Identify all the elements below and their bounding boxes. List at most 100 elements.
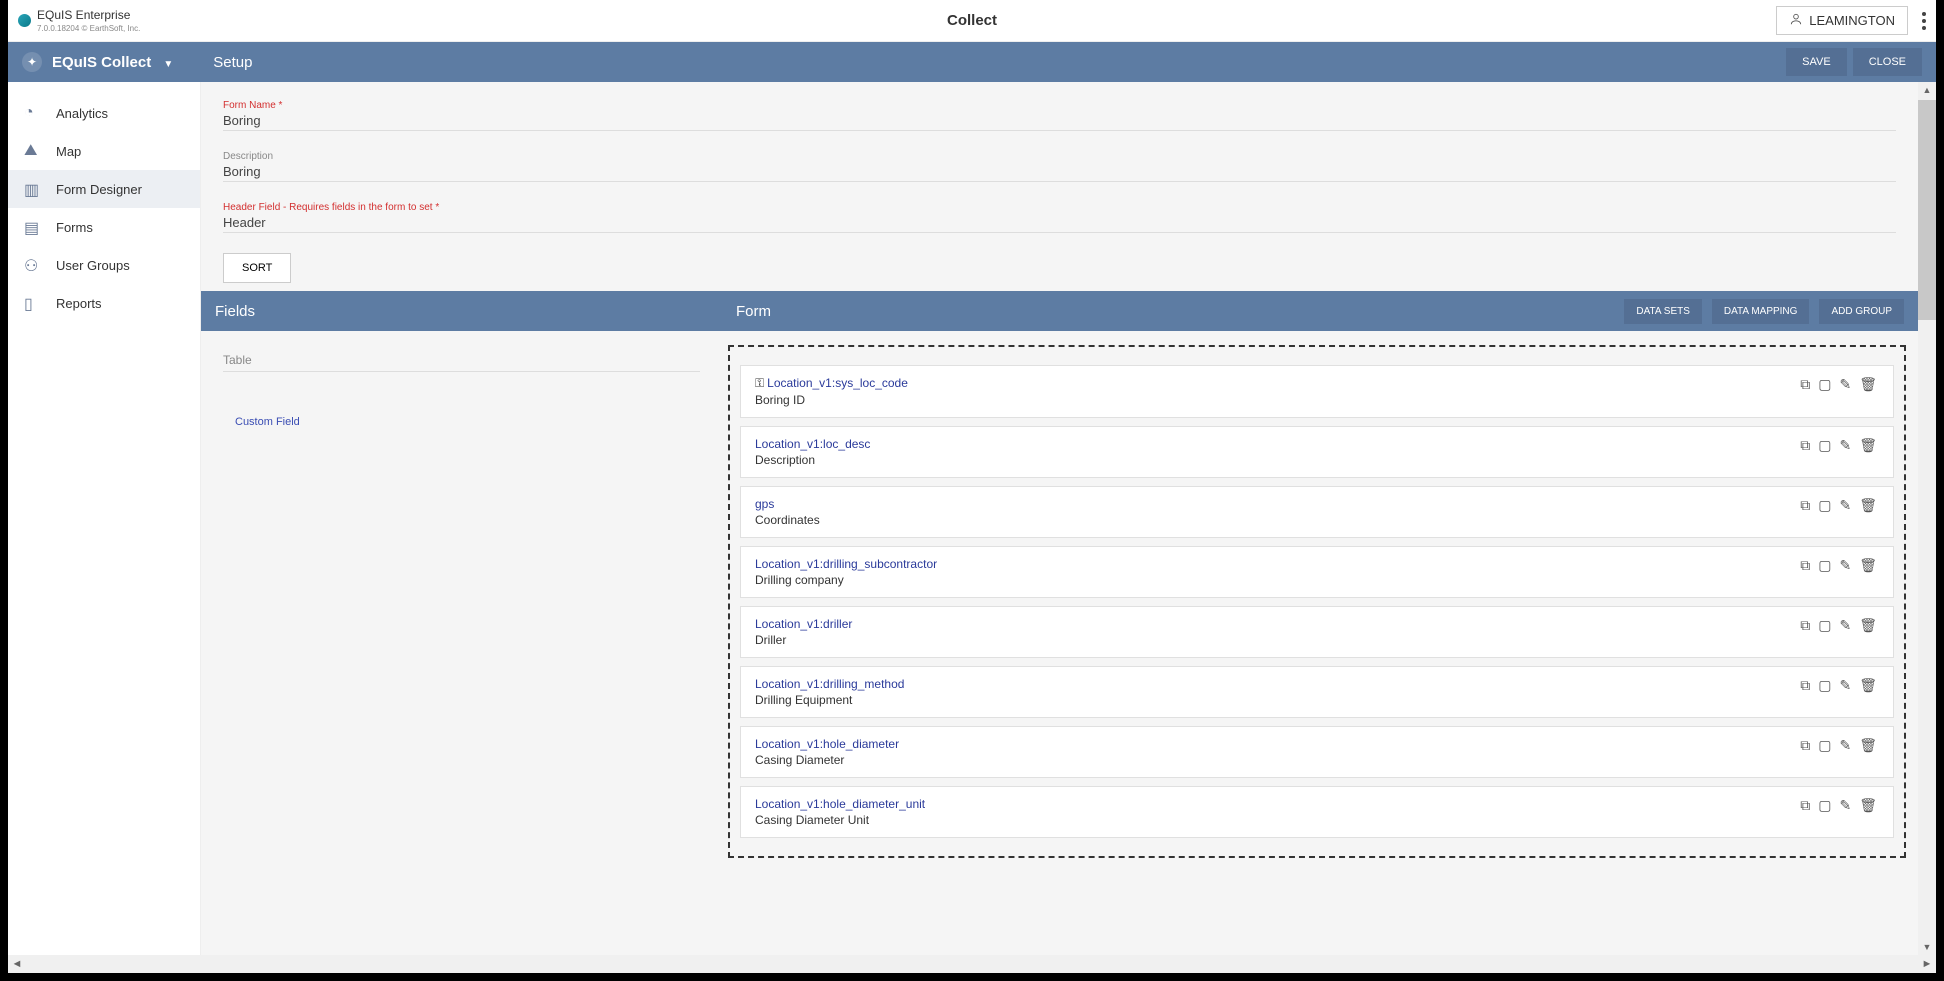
delete-icon[interactable]: 🗑: [1857, 617, 1879, 634]
scroll-left-icon[interactable]: ◄: [8, 958, 26, 970]
analytics-icon: [24, 104, 42, 122]
twocol-header: Fields Form DATA SETS DATA MAPPING ADD G…: [201, 291, 1918, 331]
copy-icon[interactable]: ⧉: [1798, 376, 1812, 393]
copy-icon[interactable]: ⧉: [1798, 737, 1812, 754]
scroll-up-icon[interactable]: ▲: [1918, 82, 1936, 98]
delete-icon[interactable]: 🗑: [1857, 737, 1879, 754]
table-select-label[interactable]: Table: [223, 353, 700, 372]
data-sets-button[interactable]: DATA SETS: [1624, 299, 1702, 324]
horizontal-scrollbar[interactable]: ◄ ►: [8, 955, 1936, 973]
sidebar-item-label: Analytics: [56, 106, 108, 121]
edit-icon[interactable]: ✎: [1837, 737, 1853, 754]
collect-logo-icon: ✦: [22, 52, 42, 72]
device-icon[interactable]: ▢: [1816, 737, 1833, 754]
form-field-card[interactable]: Location_v1:hole_diameter Casing Diamete…: [740, 726, 1894, 778]
form-column: ⚿Location_v1:sys_loc_code Boring ID ⧉ ▢ …: [722, 331, 1918, 872]
form-field-card[interactable]: Location_v1:hole_diameter_unit Casing Di…: [740, 786, 1894, 838]
scroll-thumb[interactable]: [1918, 100, 1936, 320]
edit-icon[interactable]: ✎: [1837, 557, 1853, 574]
description-input[interactable]: [223, 164, 1896, 179]
vertical-scrollbar[interactable]: ▲ ▼: [1918, 82, 1936, 955]
delete-icon[interactable]: 🗑: [1857, 797, 1879, 814]
device-icon[interactable]: ▢: [1816, 797, 1833, 814]
sidebar-item-form-designer[interactable]: Form Designer: [8, 170, 200, 208]
form-field-card[interactable]: Location_v1:loc_desc Description ⧉ ▢ ✎ 🗑: [740, 426, 1894, 478]
topbar: EQuIS Enterprise 7.0.0.18204 © EarthSoft…: [8, 0, 1936, 42]
key-icon: ⚿: [755, 376, 764, 390]
app-logo-icon: [18, 14, 31, 27]
user-label: LEAMINGTON: [1809, 13, 1895, 28]
sidebar: Analytics Map Form Designer Forms User G…: [8, 82, 201, 955]
form-column-title: Form: [736, 303, 771, 320]
device-icon[interactable]: ▢: [1816, 677, 1833, 694]
close-button[interactable]: CLOSE: [1853, 48, 1922, 76]
edit-icon[interactable]: ✎: [1837, 677, 1853, 694]
user-button[interactable]: LEAMINGTON: [1776, 6, 1908, 35]
chevron-down-icon: ▼: [163, 59, 173, 70]
copy-icon[interactable]: ⧉: [1798, 497, 1812, 514]
page-title: Collect: [947, 12, 997, 29]
user-groups-icon: [24, 256, 42, 274]
copy-icon[interactable]: ⧉: [1798, 617, 1812, 634]
sidebar-item-forms[interactable]: Forms: [8, 208, 200, 246]
form-designer-icon: [24, 180, 42, 198]
sidebar-item-map[interactable]: Map: [8, 132, 200, 170]
delete-icon[interactable]: 🗑: [1857, 677, 1879, 694]
reports-icon: [24, 294, 42, 312]
sidebar-item-label: Form Designer: [56, 182, 142, 197]
delete-icon[interactable]: 🗑: [1857, 437, 1879, 454]
copy-icon[interactable]: ⧉: [1798, 437, 1812, 454]
sidebar-item-analytics[interactable]: Analytics: [8, 94, 200, 132]
device-icon[interactable]: ▢: [1816, 497, 1833, 514]
delete-icon[interactable]: 🗑: [1857, 376, 1879, 393]
app-name: EQuIS Enterprise: [37, 8, 140, 22]
collect-title[interactable]: EQuIS Collect ▼: [52, 54, 173, 71]
add-group-button[interactable]: ADD GROUP: [1819, 299, 1904, 324]
device-icon[interactable]: ▢: [1816, 437, 1833, 454]
copy-icon[interactable]: ⧉: [1798, 557, 1812, 574]
delete-icon[interactable]: 🗑: [1857, 557, 1879, 574]
form-field-card[interactable]: Location_v1:drilling_subcontractor Drill…: [740, 546, 1894, 598]
sidebar-item-label: Reports: [56, 296, 102, 311]
sidebar-item-reports[interactable]: Reports: [8, 284, 200, 322]
description-label: Description: [223, 151, 1896, 162]
forms-icon: [24, 218, 42, 236]
sidebar-item-label: User Groups: [56, 258, 130, 273]
copy-icon[interactable]: ⧉: [1798, 677, 1812, 694]
form-field-card[interactable]: Location_v1:drilling_method Drilling Equ…: [740, 666, 1894, 718]
edit-icon[interactable]: ✎: [1837, 376, 1853, 393]
form-field-card[interactable]: ⚿Location_v1:sys_loc_code Boring ID ⧉ ▢ …: [740, 365, 1894, 418]
save-button[interactable]: SAVE: [1786, 48, 1847, 76]
sidebar-item-label: Forms: [56, 220, 93, 235]
breadcrumb: Setup: [213, 54, 252, 71]
edit-icon[interactable]: ✎: [1837, 617, 1853, 634]
main: Form Name * Description Header Field - R…: [201, 82, 1918, 955]
delete-icon[interactable]: 🗑: [1857, 497, 1879, 514]
form-field-card[interactable]: Location_v1:driller Driller ⧉ ▢ ✎ 🗑: [740, 606, 1894, 658]
user-icon: [1789, 12, 1803, 29]
more-menu-icon[interactable]: [1922, 12, 1926, 30]
edit-icon[interactable]: ✎: [1837, 497, 1853, 514]
scroll-right-icon[interactable]: ►: [1918, 958, 1936, 970]
header-field-label: Header Field - Requires fields in the fo…: [223, 202, 1896, 213]
edit-icon[interactable]: ✎: [1837, 437, 1853, 454]
data-mapping-button[interactable]: DATA MAPPING: [1712, 299, 1810, 324]
map-icon: [24, 142, 42, 160]
subheader: ✦ EQuIS Collect ▼ Setup SAVE CLOSE: [8, 42, 1936, 82]
sidebar-item-user-groups[interactable]: User Groups: [8, 246, 200, 284]
form-dropzone[interactable]: ⚿Location_v1:sys_loc_code Boring ID ⧉ ▢ …: [728, 345, 1906, 858]
fields-column-title: Fields: [201, 303, 722, 320]
copy-icon[interactable]: ⧉: [1798, 797, 1812, 814]
scroll-down-icon[interactable]: ▼: [1918, 939, 1936, 955]
sort-button[interactable]: SORT: [223, 253, 291, 283]
fields-column: Table Custom Field: [201, 331, 722, 872]
form-name-input[interactable]: [223, 113, 1896, 128]
form-field-card[interactable]: gps Coordinates ⧉ ▢ ✎ 🗑: [740, 486, 1894, 538]
device-icon[interactable]: ▢: [1816, 376, 1833, 393]
device-icon[interactable]: ▢: [1816, 557, 1833, 574]
edit-icon[interactable]: ✎: [1837, 797, 1853, 814]
custom-field-link[interactable]: Custom Field: [223, 416, 700, 428]
sidebar-item-label: Map: [56, 144, 81, 159]
device-icon[interactable]: ▢: [1816, 617, 1833, 634]
header-field-input[interactable]: [223, 215, 1896, 230]
